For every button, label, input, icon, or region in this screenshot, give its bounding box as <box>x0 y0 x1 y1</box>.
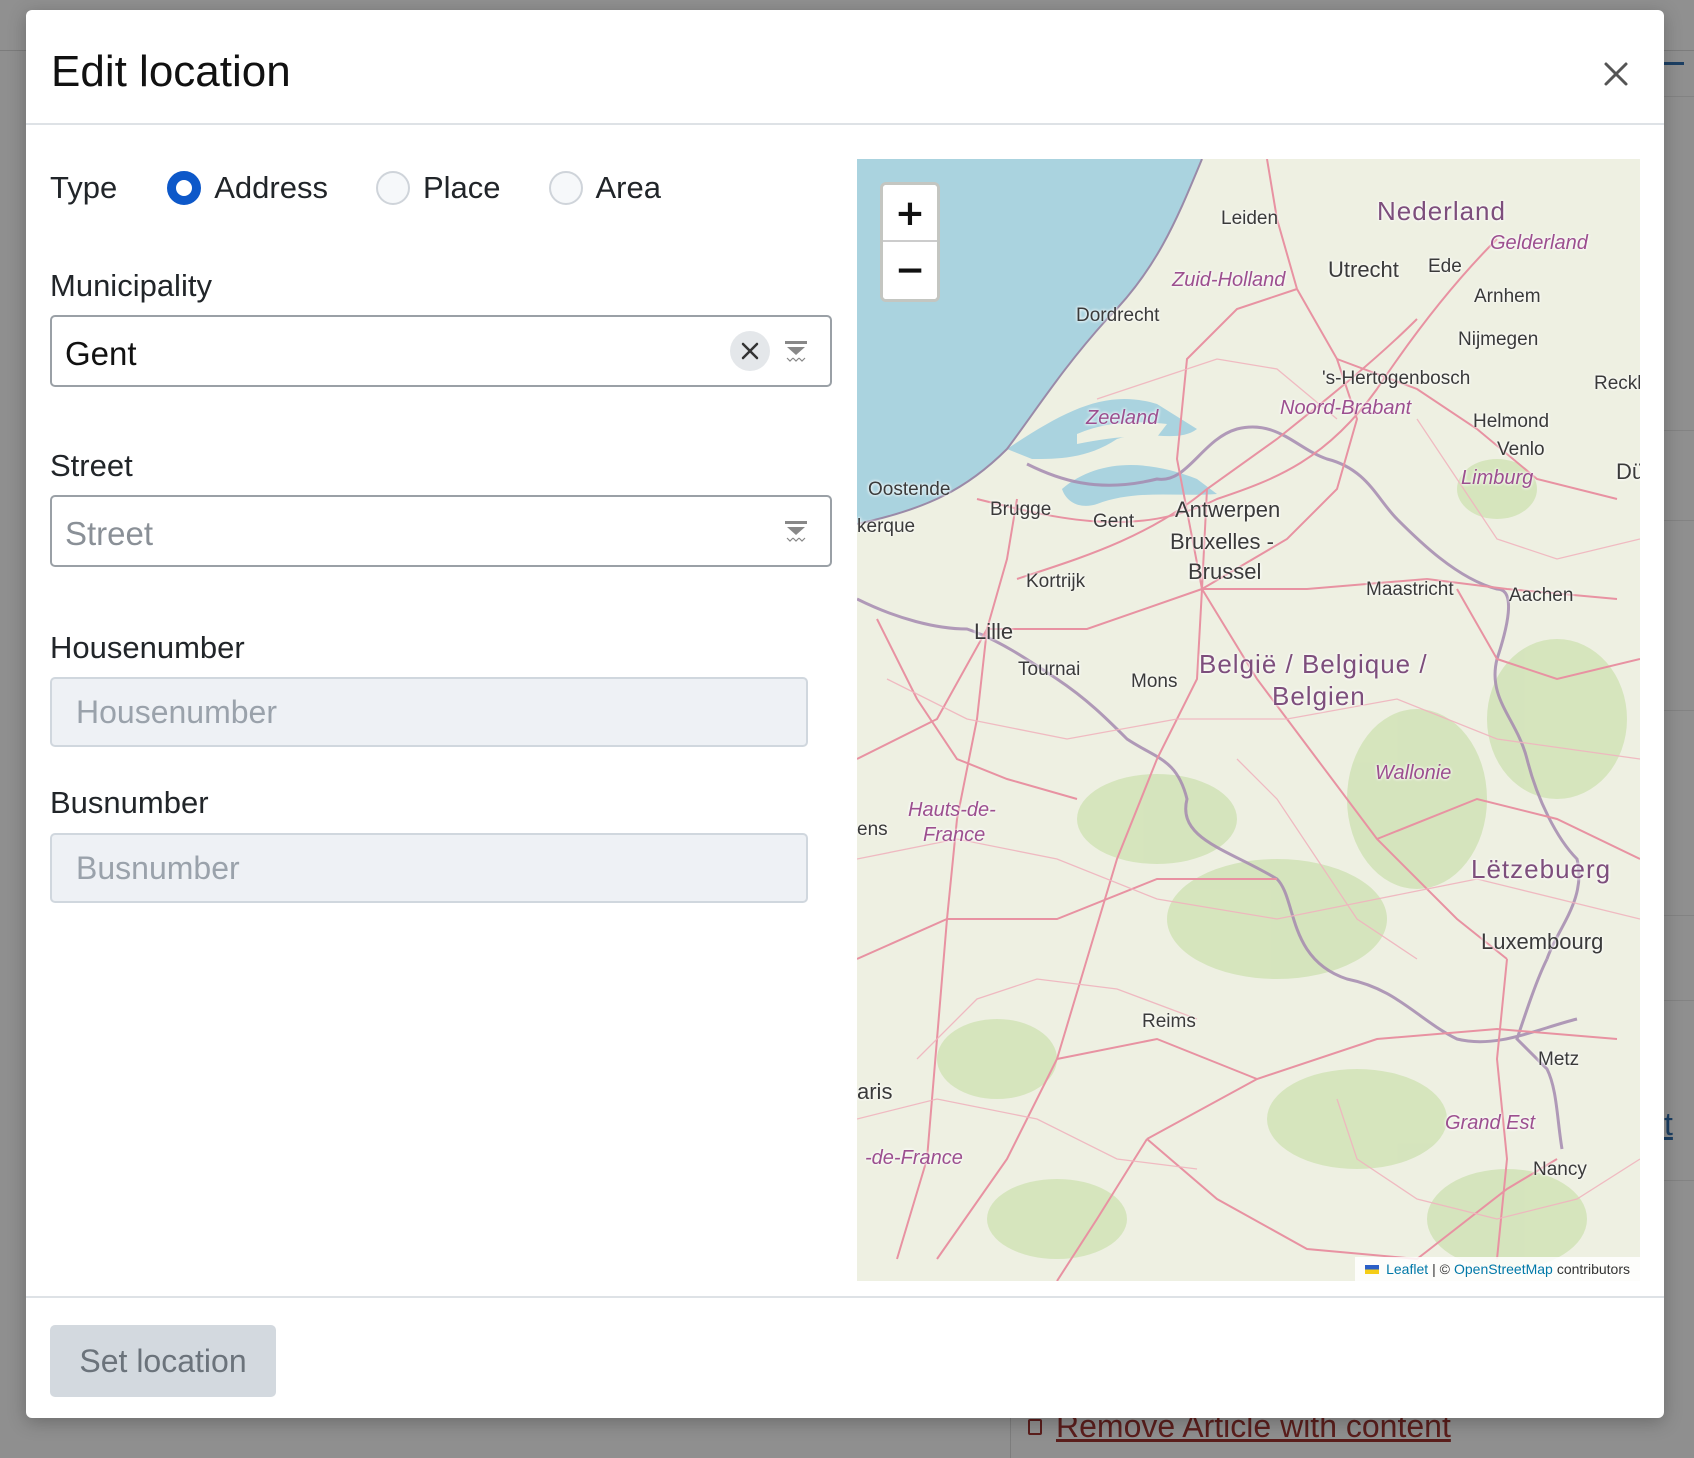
map-label: Grand Est <box>1445 1112 1536 1134</box>
street-select[interactable]: Street <box>50 495 832 567</box>
map-label: Luxembourg <box>1481 929 1604 954</box>
map-label: Belgien <box>1272 681 1366 711</box>
radio-address-label: Address <box>214 170 328 205</box>
clear-municipality-button[interactable] <box>730 331 770 371</box>
map-label: ens <box>857 819 888 840</box>
map-label: Lille <box>974 619 1014 644</box>
background-link: t <box>1664 1106 1673 1142</box>
map-label: Metz <box>1538 1049 1580 1070</box>
radio-address-circle[interactable] <box>167 171 202 205</box>
modal-header: Edit location <box>26 10 1664 125</box>
edit-location-modal: Edit location Type Address Place Area Mu… <box>26 10 1664 1418</box>
close-icon <box>1604 62 1628 86</box>
ukraine-flag-icon <box>1365 1264 1380 1274</box>
location-map[interactable]: Leiden Nederland Gelderland Utrecht Ede … <box>857 159 1640 1281</box>
map-label: Brugge <box>990 499 1052 520</box>
map-label: Ede <box>1428 256 1462 277</box>
map-label: Mons <box>1131 671 1178 692</box>
map-label: Gent <box>1093 511 1135 532</box>
map-label: Arnhem <box>1474 286 1541 307</box>
map-label: Bruxelles - <box>1170 529 1274 554</box>
map-label: kerque <box>857 516 916 537</box>
map-label: 's-Hertogenbosch <box>1322 368 1471 389</box>
map-label: Wallonie <box>1375 762 1452 784</box>
modal-body: Type Address Place Area Municipality Gen… <box>26 125 1664 1305</box>
radio-area-circle[interactable] <box>548 171 583 205</box>
trash-icon <box>1028 1418 1042 1435</box>
map-label: Zeeland <box>1086 407 1159 429</box>
zoom-in-button[interactable]: + <box>883 185 937 242</box>
map-label: Kortrijk <box>1026 571 1086 592</box>
map-label: Reims <box>1142 1011 1196 1032</box>
street-label: Street <box>50 448 133 483</box>
dropdown-arrow-icon[interactable] <box>784 519 808 543</box>
housenumber-label: Housenumber <box>50 630 245 665</box>
map-label: Reckl <box>1594 373 1640 394</box>
radio-place[interactable]: Place <box>375 170 501 206</box>
map-label: Hauts-de- <box>908 799 996 821</box>
radio-area[interactable]: Area <box>548 170 661 206</box>
openstreetmap-link[interactable]: OpenStreetMap <box>1454 1257 1553 1281</box>
radio-address[interactable]: Address <box>167 170 328 206</box>
map-label: Nancy <box>1533 1159 1587 1180</box>
municipality-label: Municipality <box>50 268 212 303</box>
map-label: Noord-Brabant <box>1280 397 1412 419</box>
municipality-value: Gent <box>65 335 137 372</box>
attribution-suffix: contributors <box>1556 1261 1630 1277</box>
map-label: Nederland <box>1377 196 1506 226</box>
map-label: aris <box>857 1079 893 1104</box>
map-label: Brussel <box>1188 559 1262 584</box>
modal-footer: Set location <box>26 1296 1664 1418</box>
municipality-select[interactable]: Gent <box>50 315 832 387</box>
map-label: Utrecht <box>1328 257 1399 282</box>
map-label: -de-France <box>865 1147 963 1169</box>
dropdown-arrow-icon[interactable] <box>784 339 808 363</box>
map-label: Venlo <box>1497 439 1545 460</box>
map-label: Helmond <box>1473 411 1550 432</box>
set-location-button[interactable]: Set location <box>50 1325 276 1397</box>
radio-place-circle[interactable] <box>375 171 410 205</box>
type-radio-group: Type Address Place Area <box>50 163 709 213</box>
close-button[interactable] <box>1596 54 1636 94</box>
clear-icon <box>741 342 759 360</box>
map-label: Lëtzebuerg <box>1471 854 1612 884</box>
zoom-control: + − <box>880 182 940 302</box>
attribution-separator: | © <box>1432 1261 1450 1277</box>
map-label: Limburg <box>1461 467 1534 489</box>
housenumber-input[interactable] <box>50 677 808 747</box>
map-label: Aachen <box>1509 585 1574 606</box>
radio-area-label: Area <box>595 170 661 205</box>
map-label: Gelderland <box>1490 232 1588 254</box>
modal-title: Edit location <box>51 47 291 96</box>
map-label: Dordrecht <box>1076 305 1160 326</box>
leaflet-link[interactable]: Leaflet <box>1386 1257 1428 1281</box>
map-label: France <box>923 824 986 846</box>
zoom-out-button[interactable]: − <box>883 242 937 299</box>
map-label: Nijmegen <box>1458 329 1539 350</box>
map-label: Antwerpen <box>1175 497 1281 522</box>
map-label: Zuid-Holland <box>1172 269 1286 291</box>
map-label: Dü <box>1616 459 1640 484</box>
map-label: Leiden <box>1221 208 1279 229</box>
type-label: Type <box>50 170 118 205</box>
map-label: België / Belgique / <box>1199 649 1428 679</box>
radio-place-label: Place <box>422 170 501 205</box>
map-label: Tournai <box>1018 659 1081 680</box>
busnumber-label: Busnumber <box>50 785 209 820</box>
street-placeholder: Street <box>65 515 154 552</box>
map-label: Maastricht <box>1366 579 1454 600</box>
busnumber-input[interactable] <box>50 833 808 903</box>
map-label: Oostende <box>868 479 951 500</box>
map-attribution: Leaflet | © OpenStreetMap contributors <box>1355 1257 1640 1281</box>
